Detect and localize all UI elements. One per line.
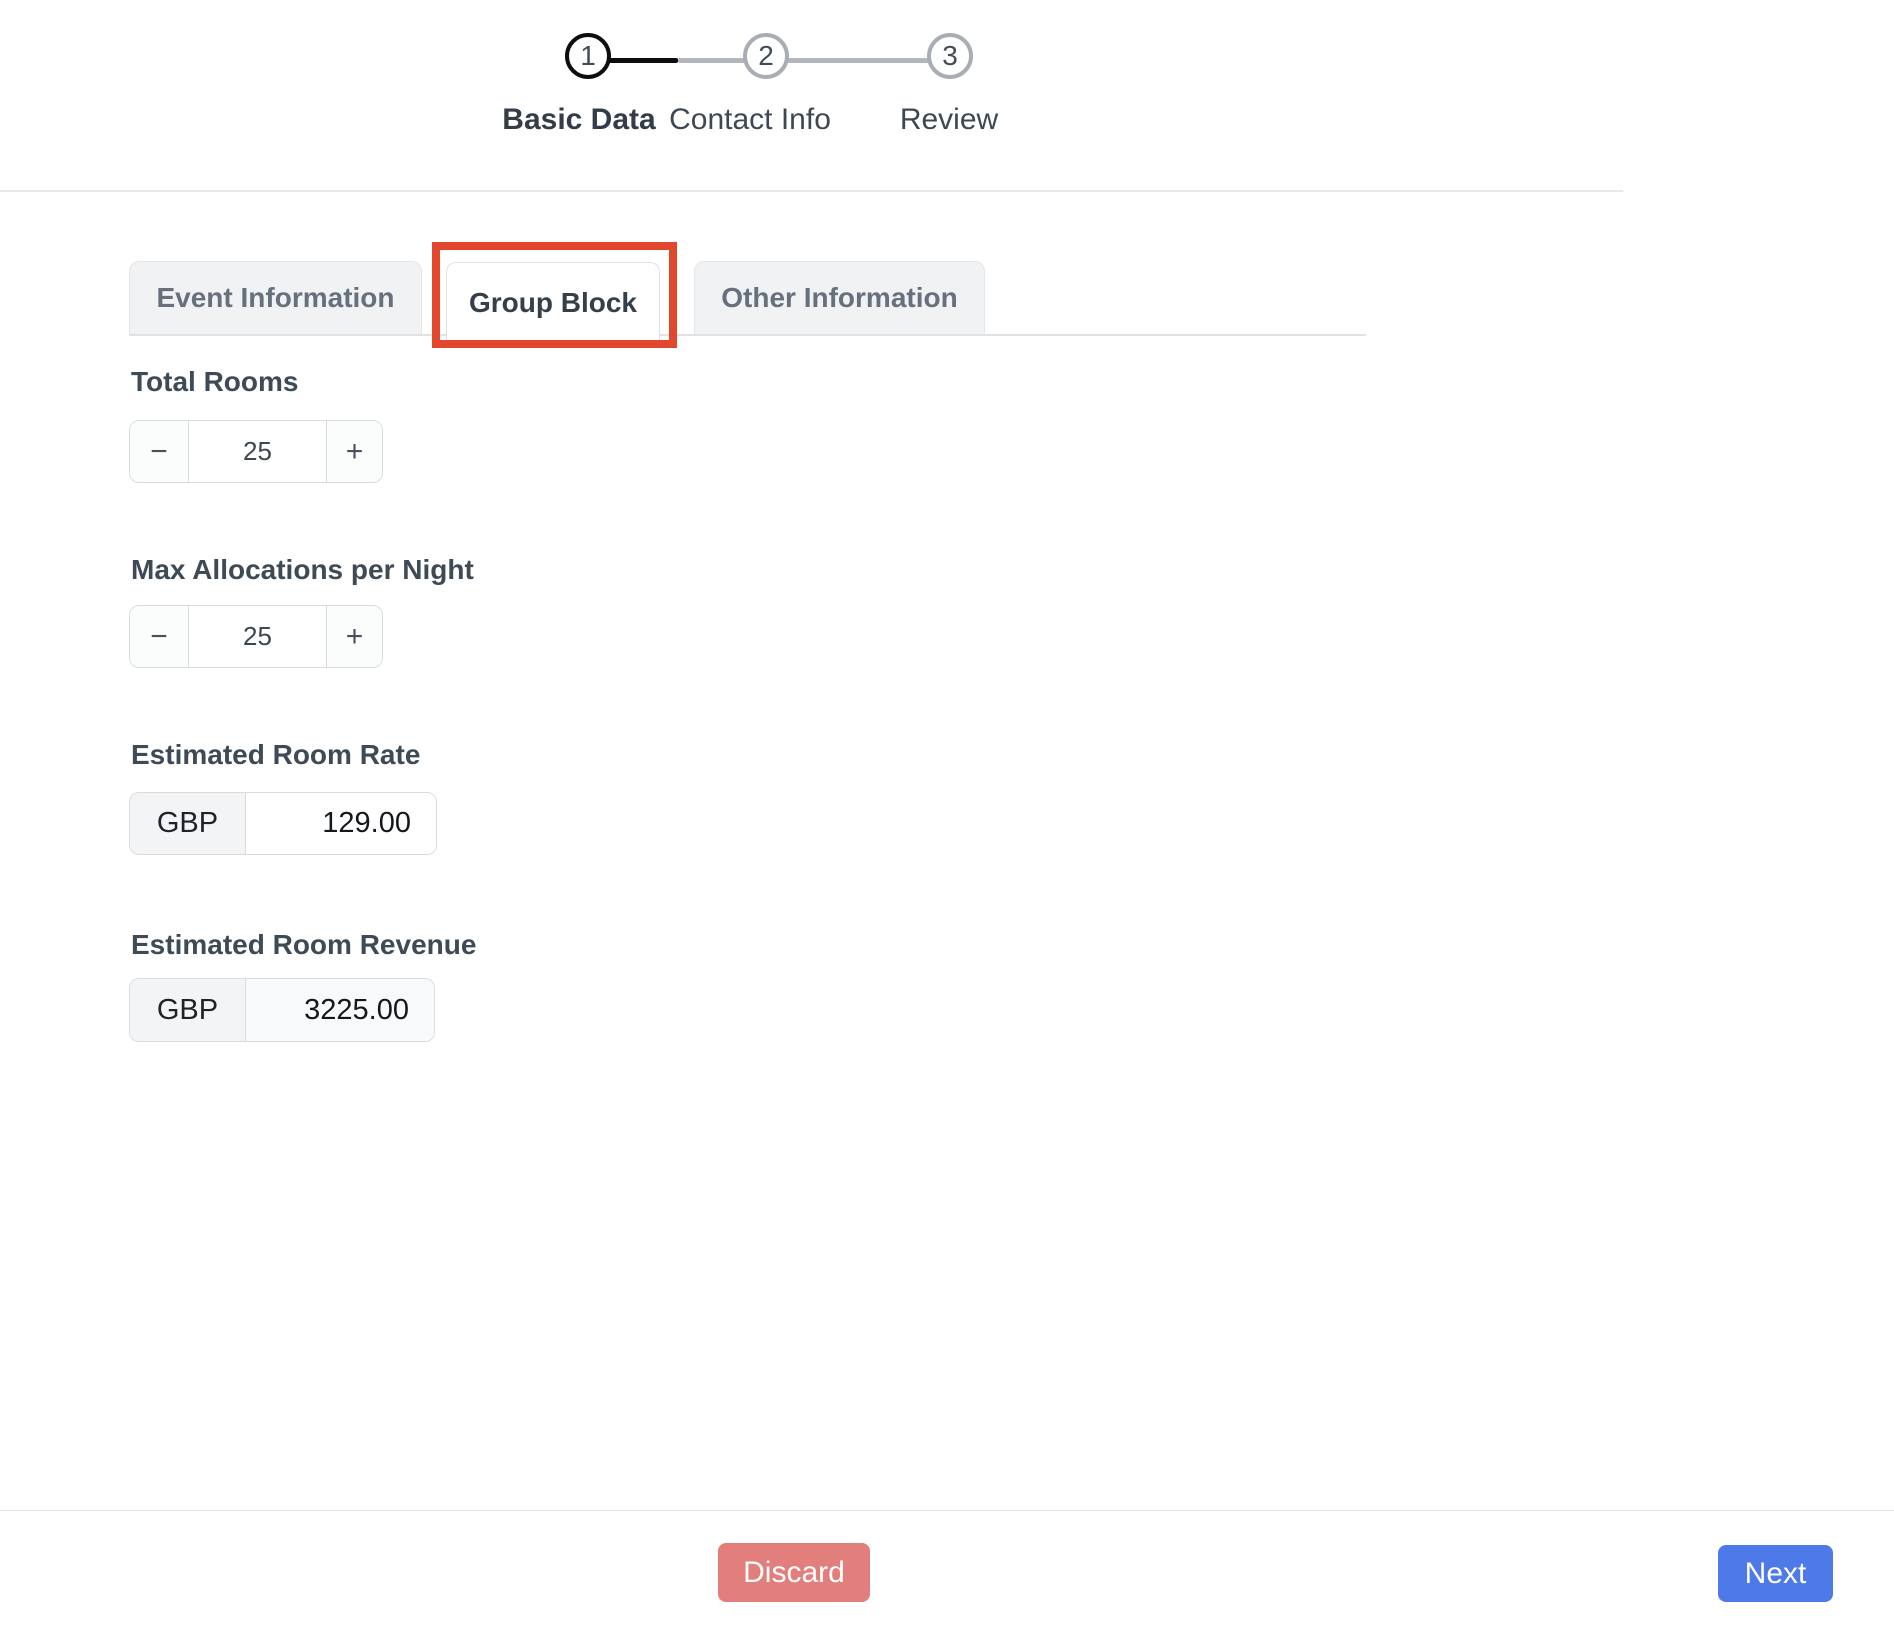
- max-allocations-increment-button[interactable]: +: [326, 606, 382, 667]
- header-divider: [0, 190, 1623, 192]
- step-connector-1-done: [608, 58, 678, 63]
- tab-underline: [129, 334, 1366, 336]
- room-rate-label: Estimated Room Rate: [131, 739, 420, 771]
- tab-group-block-label: Group Block: [469, 287, 637, 319]
- tab-other-information-label: Other Information: [721, 282, 957, 314]
- total-rooms-increment-button[interactable]: +: [326, 421, 382, 482]
- room-rate-input[interactable]: [246, 793, 436, 854]
- tab-event-information[interactable]: Event Information: [129, 261, 422, 334]
- room-rate-currency-prefix: GBP: [130, 793, 246, 854]
- room-rate-field: GBP: [129, 792, 437, 855]
- step-3-label: Review: [900, 103, 998, 137]
- step-2-number: 2: [758, 40, 774, 72]
- total-rooms-label: Total Rooms: [131, 366, 298, 398]
- step-connector-1-todo: [678, 58, 746, 63]
- tab-group-block[interactable]: Group Block: [446, 262, 660, 342]
- max-allocations-input[interactable]: [189, 606, 326, 667]
- tab-other-information[interactable]: Other Information: [694, 261, 985, 334]
- total-rooms-stepper: − +: [129, 420, 383, 483]
- max-allocations-decrement-button[interactable]: −: [130, 606, 189, 667]
- max-allocations-stepper: − +: [129, 605, 383, 668]
- step-2-label: Contact Info: [669, 103, 831, 137]
- step-3-number: 3: [942, 40, 958, 72]
- step-1-number: 1: [580, 40, 596, 72]
- room-revenue-label: Estimated Room Revenue: [131, 929, 476, 961]
- tab-event-information-label: Event Information: [156, 282, 394, 314]
- group-block-wizard-page: 1 2 3 Basic Data Contact Info Review Eve…: [0, 0, 1894, 1632]
- discard-button[interactable]: Discard: [718, 1543, 870, 1602]
- step-2-indicator: 2: [743, 33, 789, 79]
- room-revenue-input[interactable]: [246, 979, 434, 1041]
- step-connector-2: [787, 58, 929, 63]
- room-revenue-currency-prefix: GBP: [130, 979, 246, 1041]
- footer-divider: [0, 1510, 1894, 1511]
- step-3-indicator: 3: [927, 33, 973, 79]
- room-revenue-field: GBP: [129, 978, 435, 1042]
- next-button[interactable]: Next: [1718, 1545, 1833, 1602]
- step-1-label: Basic Data: [502, 103, 655, 137]
- total-rooms-decrement-button[interactable]: −: [130, 421, 189, 482]
- max-allocations-label: Max Allocations per Night: [131, 554, 474, 586]
- total-rooms-input[interactable]: [189, 421, 326, 482]
- step-1-indicator: 1: [565, 33, 611, 79]
